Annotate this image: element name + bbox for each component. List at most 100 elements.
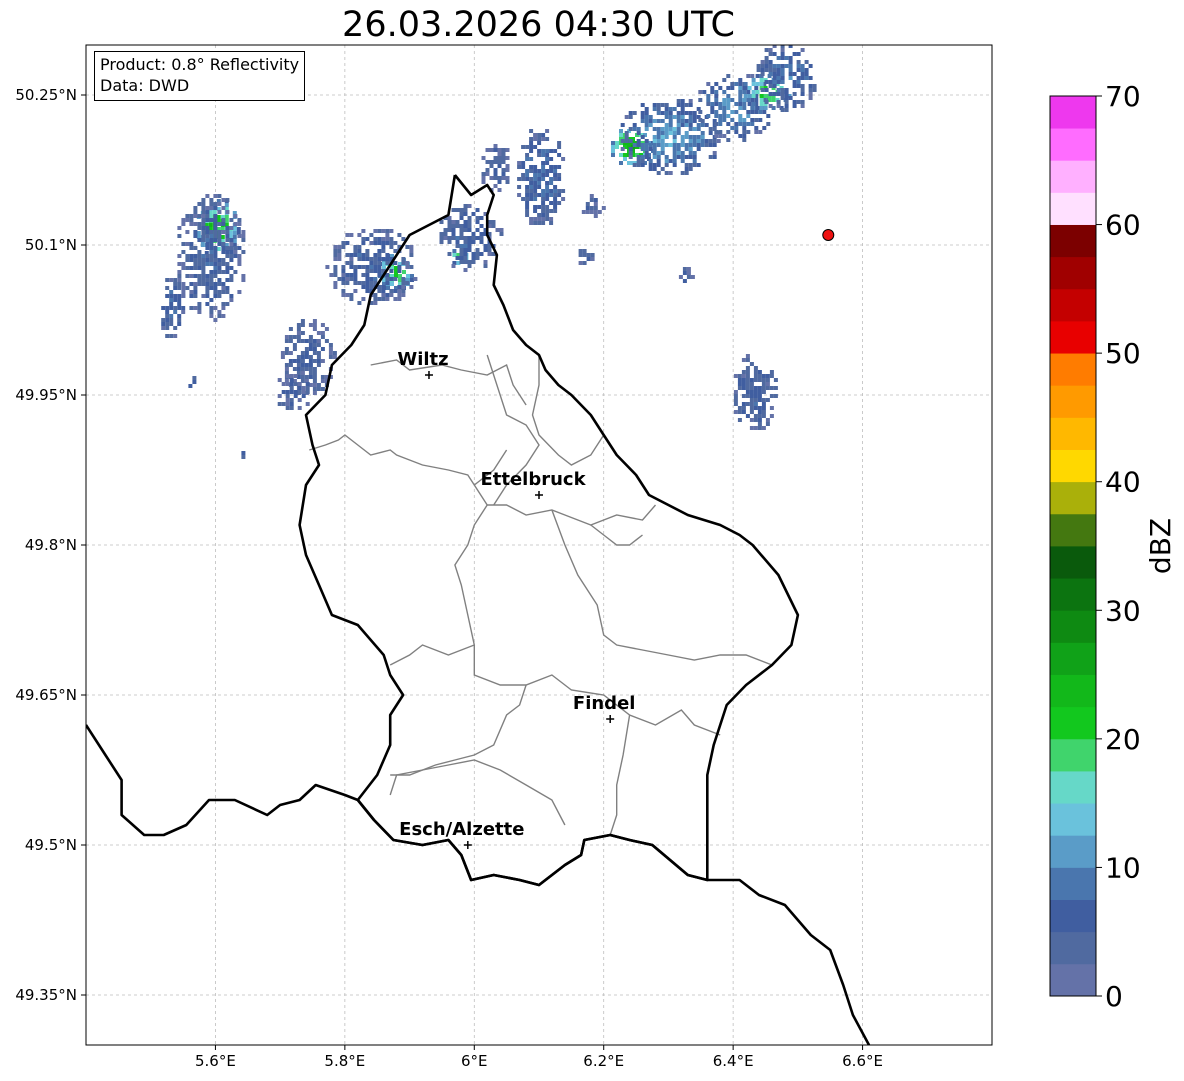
echo-pixel bbox=[185, 214, 190, 218]
echo-pixel bbox=[628, 155, 633, 159]
echo-pixel bbox=[201, 294, 206, 298]
echo-pixel bbox=[640, 119, 645, 123]
echo-pixel bbox=[288, 363, 293, 367]
echo-pixel bbox=[405, 245, 410, 249]
colorbar-tick-label: 50 bbox=[1105, 337, 1141, 370]
echo-pixel bbox=[213, 290, 218, 294]
echo-pixel bbox=[698, 90, 703, 94]
echo-pixel bbox=[292, 335, 297, 339]
echo-pixel bbox=[173, 278, 178, 282]
echo-pixel bbox=[292, 347, 297, 351]
echo-pixel bbox=[656, 171, 661, 175]
echo-pixel bbox=[648, 123, 653, 127]
echo-pixel bbox=[636, 159, 641, 163]
echo-pixel bbox=[324, 327, 329, 331]
echo-pixel bbox=[305, 382, 310, 386]
echo-pixel bbox=[804, 76, 809, 80]
echo-pixel bbox=[193, 234, 198, 238]
echo-pixel bbox=[467, 264, 472, 268]
echo-pixel bbox=[537, 185, 542, 189]
echo-pixel bbox=[529, 157, 534, 161]
colorbar-segment bbox=[1050, 321, 1096, 354]
echo-pixel bbox=[686, 275, 691, 279]
echo-pixel bbox=[680, 139, 685, 143]
echo-pixel bbox=[463, 224, 468, 228]
echo-pixel bbox=[696, 127, 701, 131]
echo-pixel bbox=[756, 68, 761, 72]
echo-pixel bbox=[755, 74, 760, 78]
echo-pixel bbox=[241, 278, 246, 282]
echo-pixel bbox=[660, 143, 665, 147]
echo-pixel bbox=[293, 374, 298, 378]
echo-pixel bbox=[285, 374, 290, 378]
echo-pixel bbox=[217, 234, 222, 238]
echo-pixel bbox=[479, 216, 484, 220]
echo-pixel bbox=[353, 265, 358, 269]
echo-pixel bbox=[377, 257, 382, 261]
echo-pixel bbox=[632, 123, 637, 127]
echo-pixel bbox=[365, 289, 370, 293]
echo-pixel bbox=[578, 249, 583, 253]
echo-pixel bbox=[229, 294, 234, 298]
echo-pixel bbox=[652, 163, 657, 167]
echo-pixel bbox=[451, 264, 456, 268]
echo-pixel bbox=[288, 339, 293, 343]
echo-pixel bbox=[726, 122, 731, 126]
echo-pixel bbox=[385, 241, 390, 245]
echo-pixel bbox=[757, 410, 762, 414]
echo-pixel bbox=[300, 367, 305, 371]
echo-pixel bbox=[333, 273, 338, 277]
echo-pixel bbox=[443, 232, 448, 236]
echo-pixel bbox=[541, 213, 546, 217]
echo-pixel bbox=[684, 155, 689, 159]
echo-pixel bbox=[189, 282, 194, 286]
echo-pixel bbox=[738, 90, 743, 94]
echo-pixel bbox=[224, 215, 229, 219]
echo-pixel bbox=[788, 76, 793, 80]
echo-pixel bbox=[525, 209, 530, 213]
echo-pixel bbox=[726, 86, 731, 90]
echo-pixel bbox=[676, 103, 681, 107]
echo-pixel bbox=[377, 261, 382, 265]
radar-site-marker[interactable] bbox=[822, 229, 835, 241]
echo-pixel bbox=[341, 281, 346, 285]
echo-pixel bbox=[345, 241, 350, 245]
echo-pixel bbox=[668, 127, 673, 131]
echo-pixel bbox=[237, 218, 242, 222]
colorbar-tick-label: 70 bbox=[1105, 80, 1141, 113]
echo-pixel bbox=[664, 171, 669, 175]
echo-pixel bbox=[761, 386, 766, 390]
echo-pixel bbox=[644, 155, 649, 159]
colorbar-segment bbox=[1050, 160, 1096, 193]
echo-pixel bbox=[308, 363, 313, 367]
echo-pixel bbox=[217, 294, 222, 298]
echo-pixel bbox=[188, 384, 193, 388]
echo-pixel bbox=[201, 218, 206, 222]
echo-pixel bbox=[497, 180, 502, 184]
echo-pixel bbox=[377, 229, 382, 233]
echo-pixel bbox=[369, 265, 374, 269]
echo-pixel bbox=[209, 314, 214, 318]
echo-pixel bbox=[780, 108, 785, 112]
echo-pixel bbox=[529, 129, 534, 133]
echo-pixel bbox=[525, 189, 530, 193]
echo-pixel bbox=[312, 343, 317, 347]
echo-pixel bbox=[205, 282, 210, 286]
echo-pixel bbox=[710, 102, 715, 106]
echo-pixel bbox=[702, 90, 707, 94]
echo-pixel bbox=[537, 133, 542, 137]
echo-pixel bbox=[808, 88, 813, 92]
echo-pixel bbox=[361, 297, 366, 301]
echo-pixel bbox=[751, 90, 756, 94]
echo-pixel bbox=[561, 157, 566, 161]
echo-pixel bbox=[300, 351, 305, 355]
echo-pixel bbox=[165, 326, 170, 330]
echo-pixel bbox=[682, 271, 687, 275]
echo-pixel bbox=[292, 359, 297, 363]
echo-pixel bbox=[648, 159, 653, 163]
echo-pixel bbox=[381, 229, 386, 233]
echo-pixel bbox=[225, 254, 230, 258]
echo-pixel bbox=[733, 402, 738, 406]
echo-pixel bbox=[389, 293, 394, 297]
echo-pixel bbox=[301, 390, 306, 394]
